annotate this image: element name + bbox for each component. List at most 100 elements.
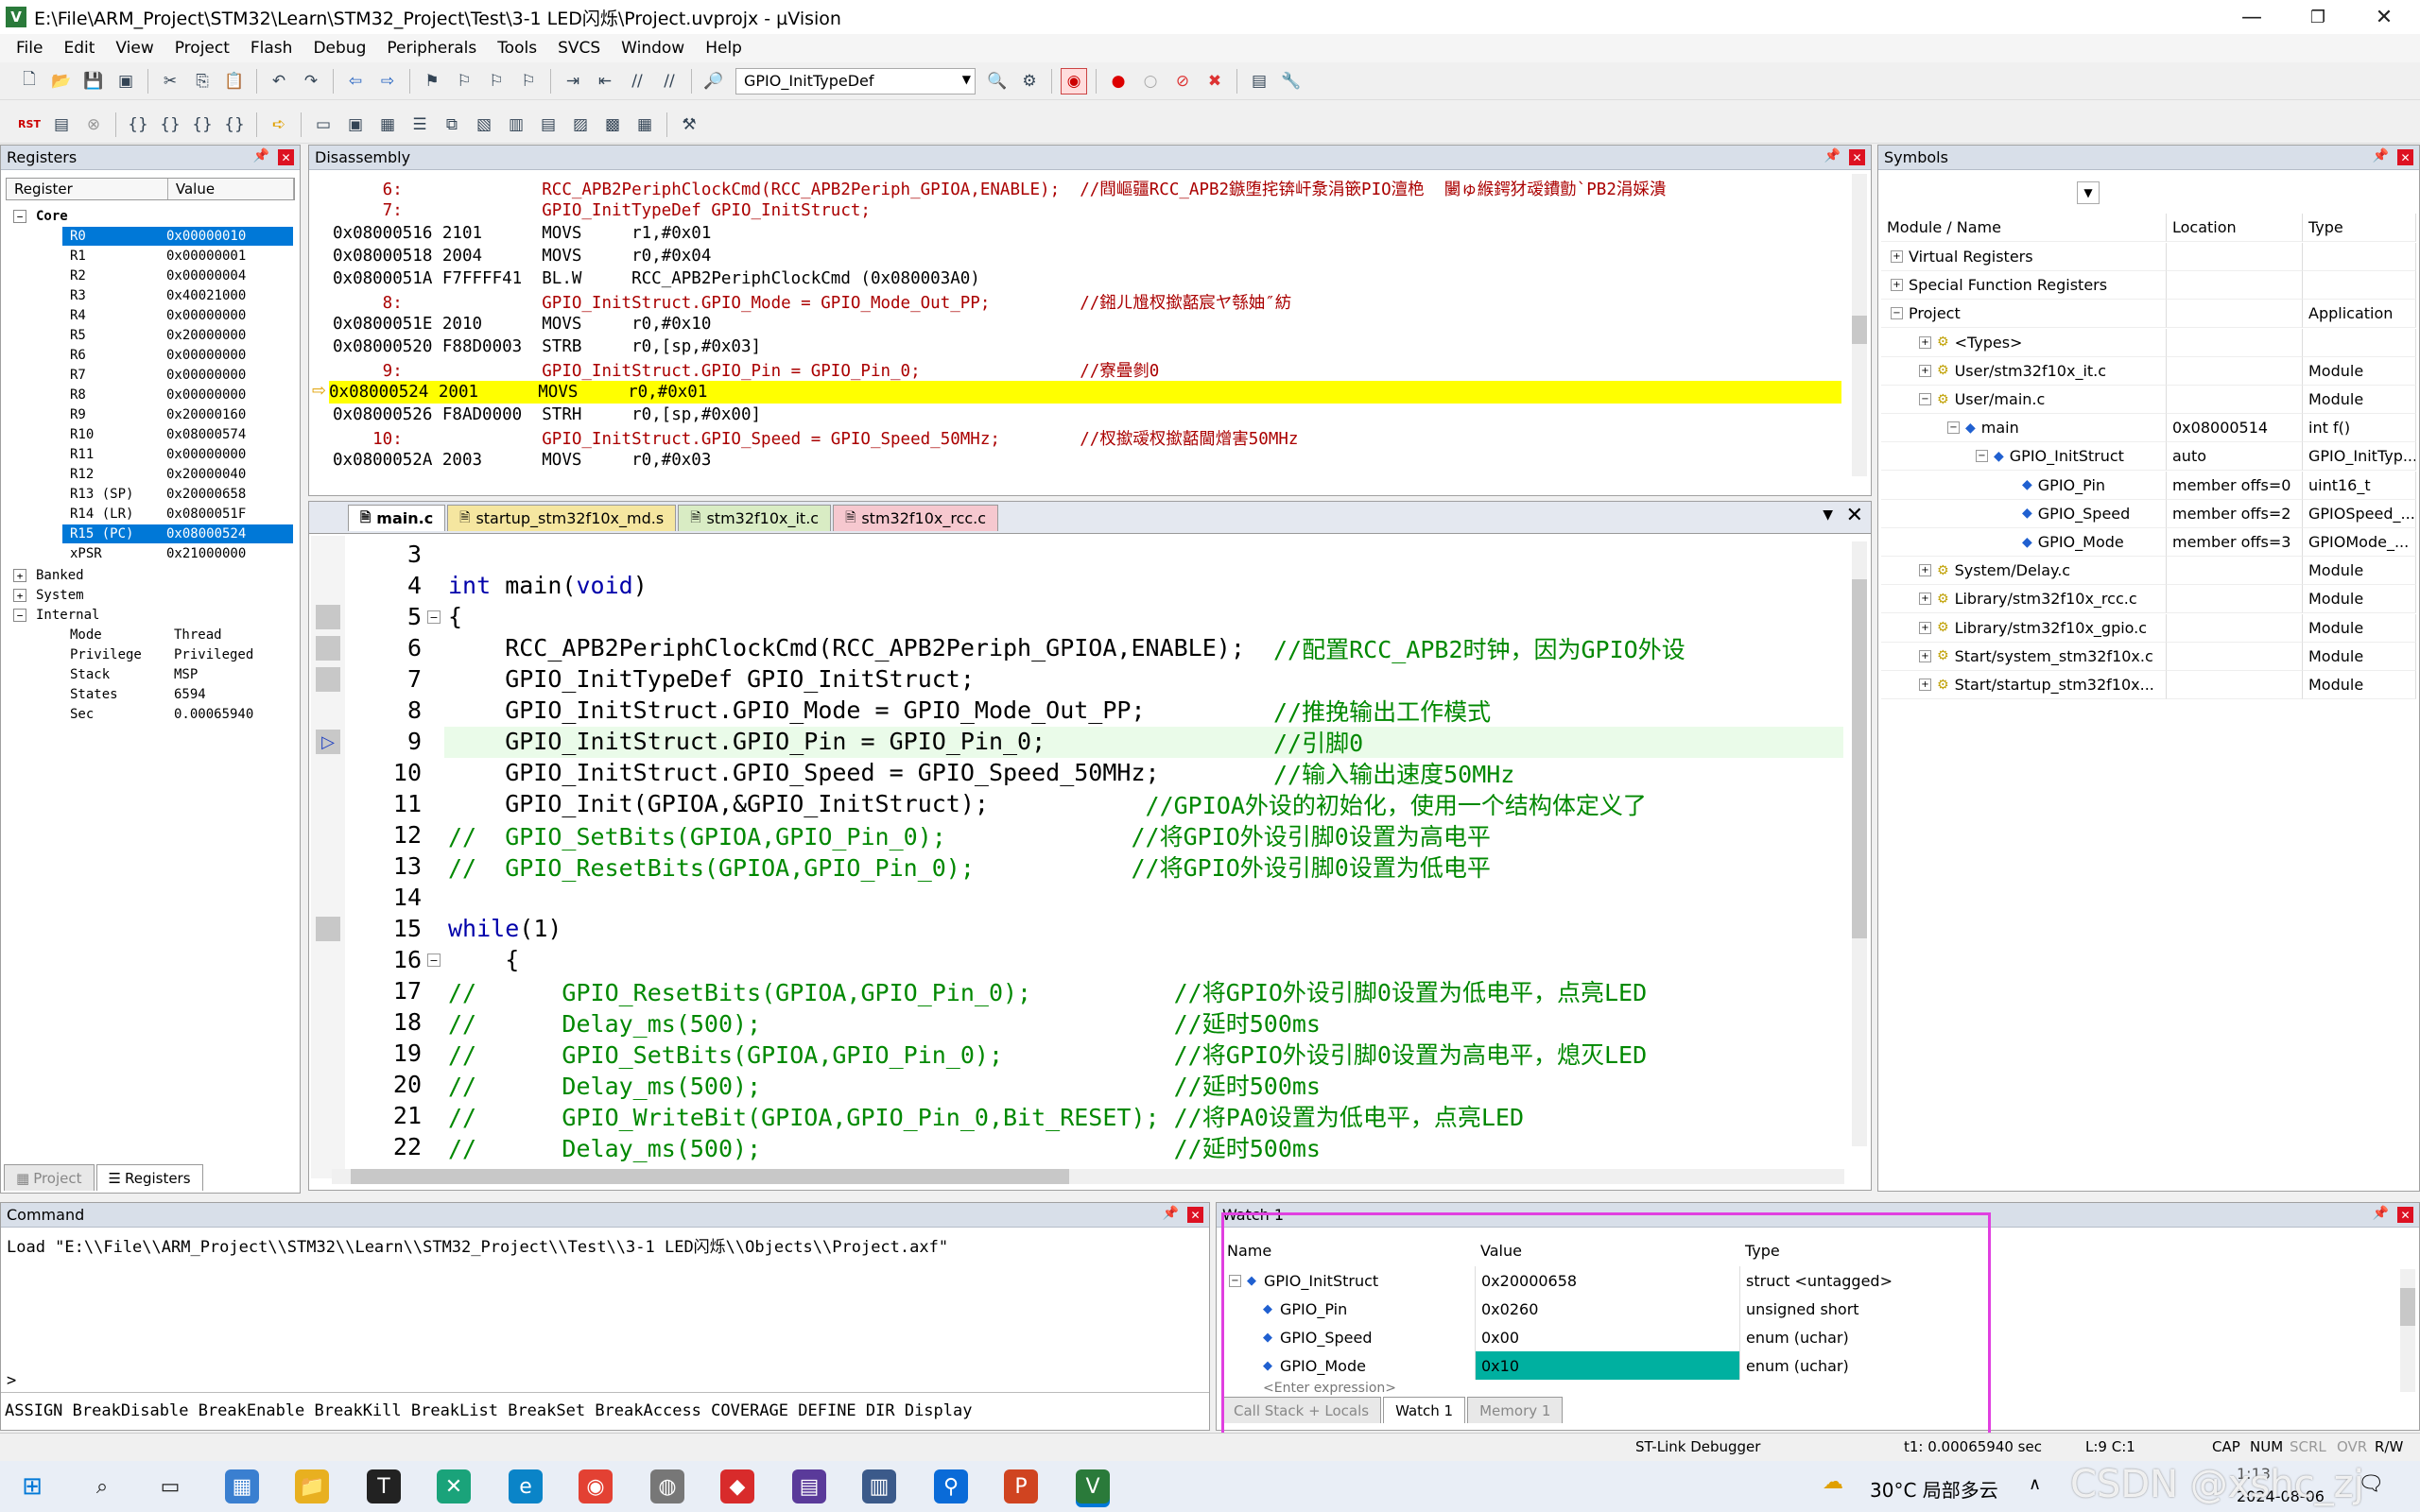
disasm-line[interactable]: 0x08000524 2001 MOVS r0,#0x01	[329, 381, 1841, 404]
symbol-row[interactable]: + ⚙ <Types>	[1881, 328, 2167, 357]
symbol-row[interactable]: + Special Function Registers	[1881, 271, 2167, 301]
menu-project[interactable]: Project	[164, 39, 240, 58]
breakpoint-kill-all-icon[interactable]: ✖	[1201, 68, 1228, 94]
debug-session-icon[interactable]: ◉	[1061, 67, 1087, 94]
register-row[interactable]: xPSR 0x21000000	[62, 544, 280, 563]
uncomment-icon[interactable]: //	[656, 68, 683, 94]
register-value[interactable]: 0x20000000	[166, 328, 280, 343]
disasm-line[interactable]: 7: GPIO_InitTypeDef GPIO_InitStruct;	[333, 199, 1845, 222]
collapse-icon[interactable]: −	[13, 210, 26, 223]
bookmark-toggle-icon[interactable]: ⚑	[419, 68, 445, 94]
disasm-line[interactable]: 0x0800052A 2003 MOVS r0,#0x03	[333, 449, 1845, 472]
register-row[interactable]: R6 0x00000000	[62, 346, 280, 365]
expand-icon[interactable]: +	[1919, 649, 1931, 662]
register-row[interactable]: R15 (PC) 0x08000524	[62, 524, 293, 543]
code-line[interactable]: // Delay_ms(500); //延时500ms	[448, 1131, 1838, 1162]
menu-peripherals[interactable]: Peripherals	[376, 39, 487, 58]
internal-row[interactable]: Sec 0.00065940	[70, 705, 287, 724]
register-value[interactable]: 0x00000001	[166, 249, 280, 264]
close-editor-icon[interactable]: ✕	[1846, 504, 1863, 527]
watch-window-icon[interactable]: ▧	[471, 112, 497, 138]
code-line[interactable]: {	[448, 944, 1838, 975]
code-line[interactable]: // GPIO_ResetBits(GPIOA,GPIO_Pin_0); //将…	[448, 850, 1838, 882]
app-icon-3[interactable]: ▤	[792, 1469, 826, 1503]
internal-row[interactable]: Mode Thread	[70, 626, 287, 644]
expand-icon[interactable]: +	[13, 589, 26, 602]
editor-tab[interactable]: 🗎 stm32f10x_rcc.c	[833, 505, 999, 531]
expand-icon[interactable]: +	[1891, 250, 1903, 263]
menu-flash[interactable]: Flash	[240, 39, 303, 58]
disasm-line[interactable]: 0x08000516 2101 MOVS r1,#0x01	[333, 222, 1845, 245]
menu-view[interactable]: View	[105, 39, 164, 58]
disasm-line[interactable]: 10: GPIO_InitStruct.GPIO_Speed = GPIO_Sp…	[333, 426, 1845, 449]
disasm-line[interactable]: 0x08000518 2004 MOVS r0,#0x04	[333, 245, 1845, 267]
code-line[interactable]: GPIO_InitTypeDef GPIO_InitStruct;	[448, 663, 1838, 695]
calculator-icon[interactable]: ▦	[225, 1469, 259, 1503]
code-line[interactable]	[448, 882, 1838, 913]
close-icon[interactable]: ✕	[1187, 1207, 1203, 1223]
menu-file[interactable]: File	[6, 39, 53, 58]
register-row[interactable]: R10 0x08000574	[62, 425, 280, 444]
code-line[interactable]: // GPIO_SetBits(GPIOA,GPIO_Pin_0); //将GP…	[448, 819, 1838, 850]
register-row[interactable]: R14 (LR) 0x0800051F	[62, 505, 280, 524]
editor-tab[interactable]: 🗎 main.c	[348, 505, 446, 531]
disasm-line[interactable]: 0x0800051A F7FFFF41 BL.W RCC_APB2PeriphC…	[333, 267, 1845, 290]
code-line[interactable]: // Delay_ms(500); //延时500ms	[448, 1006, 1838, 1038]
collapse-icon[interactable]: −	[1919, 393, 1931, 405]
symbol-row[interactable]: − ◆ GPIO_InitStruct	[1881, 442, 2167, 472]
unindent-icon[interactable]: ⇤	[592, 68, 618, 94]
register-row[interactable]: R3 0x40021000	[62, 286, 280, 305]
disasm-line[interactable]: 8: GPIO_InitStruct.GPIO_Mode = GPIO_Mode…	[333, 290, 1845, 313]
editor-vscrollbar[interactable]	[1852, 541, 1867, 1146]
code-line[interactable]: GPIO_InitStruct.GPIO_Mode = GPIO_Mode_Ou…	[448, 695, 1838, 726]
register-value[interactable]: 0x08000574	[166, 427, 280, 442]
symbol-row[interactable]: − ◆ main	[1881, 414, 2167, 443]
disassembly-scrollbar[interactable]	[1852, 174, 1867, 476]
pin-icon[interactable]: 📌	[253, 148, 269, 163]
register-row[interactable]: R13 (SP) 0x20000658	[62, 485, 280, 504]
powerpoint-icon[interactable]: P	[1004, 1469, 1038, 1503]
stop-icon[interactable]: ⊗	[80, 112, 107, 138]
code-line[interactable]: // GPIO_ResetBits(GPIOA,GPIO_Pin_0); //将…	[448, 975, 1838, 1006]
register-row[interactable]: R9 0x20000160	[62, 405, 280, 424]
close-icon[interactable]: ✕	[1849, 149, 1865, 165]
symbol-row[interactable]: + ⚙ Library/stm32f10x_gpio.c	[1881, 613, 2167, 643]
app-icon-1[interactable]: ◍	[650, 1469, 684, 1503]
close-button[interactable]: ✕	[2352, 0, 2416, 34]
register-value[interactable]: 0x20000040	[166, 467, 280, 482]
register-row[interactable]: R12 0x20000040	[62, 465, 280, 484]
register-row[interactable]: R5 0x20000000	[62, 326, 280, 345]
find-combo[interactable]: GPIO_InitTypeDef ▼	[735, 67, 976, 94]
pin-icon[interactable]: 📌	[1163, 1206, 1179, 1221]
collapse-icon[interactable]: −	[1976, 450, 1988, 463]
symbol-row[interactable]: + ⚙ Start/system_stm32f10x.c	[1881, 642, 2167, 671]
code-line[interactable]: GPIO_Init(GPIOA,&GPIO_InitStruct); //GPI…	[448, 788, 1838, 819]
breakpoint-gutter-mark[interactable]	[316, 636, 340, 661]
code-line[interactable]: GPIO_InitStruct.GPIO_Pin = GPIO_Pin_0; /…	[448, 726, 1838, 757]
menu-tools[interactable]: Tools	[487, 39, 547, 58]
tab-registers[interactable]: ☰ Registers	[95, 1164, 203, 1191]
weather-text[interactable]: 30°C 局部多云	[1870, 1475, 1998, 1503]
run-icon[interactable]: ▤	[48, 112, 75, 138]
app-icon-4[interactable]: ▥	[862, 1469, 896, 1503]
disasm-line[interactable]: 9: GPIO_InitStruct.GPIO_Pin = GPIO_Pin_0…	[333, 358, 1845, 381]
collapse-icon[interactable]: −	[13, 609, 26, 622]
close-icon[interactable]: ✕	[2397, 149, 2413, 165]
start-windows-icon[interactable]: ⊞	[15, 1469, 49, 1503]
step-into-icon[interactable]: {}	[125, 112, 151, 138]
system-viewer-icon[interactable]: ▦	[631, 112, 658, 138]
breakpoint-disable-all-icon[interactable]: ⊘	[1169, 68, 1196, 94]
symbol-row[interactable]: + Virtual Registers	[1881, 243, 2167, 271]
tree-core[interactable]: − Core	[13, 207, 68, 226]
tab-project[interactable]: ▦ Project	[4, 1164, 95, 1191]
symbol-row[interactable]: + ⚙ User/stm32f10x_it.c	[1881, 356, 2167, 386]
expand-icon[interactable]: +	[1919, 335, 1931, 349]
register-value[interactable]: 0x20000160	[166, 407, 280, 422]
file-explorer-icon[interactable]: 📁	[295, 1469, 329, 1503]
registers-window-icon[interactable]: ☰	[406, 112, 433, 138]
serial-window-icon[interactable]: ▤	[535, 112, 562, 138]
symbol-row[interactable]: ◆ GPIO_Mode	[1881, 528, 2167, 557]
tree-banked[interactable]: + Banked	[13, 566, 84, 585]
register-value[interactable]: 0x0800051F	[166, 507, 280, 522]
symbol-row[interactable]: + ⚙ Start/startup_stm32f10x...	[1881, 671, 2167, 699]
